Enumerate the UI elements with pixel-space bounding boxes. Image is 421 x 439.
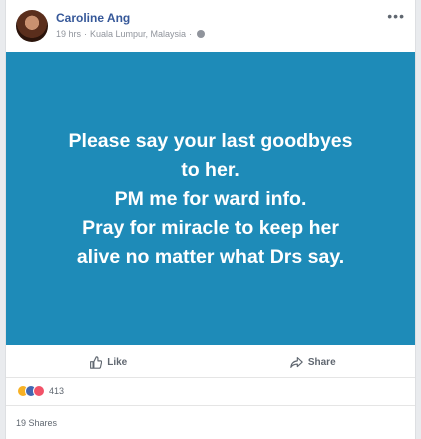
more-options-icon[interactable]: ••• — [387, 8, 405, 24]
thumbs-up-icon — [90, 355, 103, 369]
image-line: Pray for miracle to keep her — [82, 217, 339, 239]
post-location[interactable]: Kuala Lumpur, Malaysia — [90, 29, 186, 39]
post-card: Caroline Ang 19 hrs · Kuala Lumpur, Mala… — [5, 0, 416, 439]
post-meta: 19 hrs · Kuala Lumpur, Malaysia · — [56, 29, 206, 39]
love-reaction-icon — [33, 385, 45, 397]
shares-count[interactable]: 19 Shares — [16, 418, 57, 428]
reactions-summary[interactable]: 413 — [17, 385, 64, 397]
action-bar: Like Share — [6, 347, 415, 378]
image-line: Please say your last goodbyes — [68, 130, 353, 152]
share-label: Share — [307, 356, 336, 368]
author-name[interactable]: Caroline Ang — [56, 11, 130, 25]
like-button[interactable]: Like — [6, 347, 211, 377]
share-button[interactable]: Share — [211, 347, 416, 377]
meta-separator-2: · — [189, 29, 193, 39]
image-line: alive no matter what Drs say. — [76, 246, 345, 268]
post-image-text: Please say your last goodbyes to her. PM… — [31, 127, 391, 272]
share-arrow-icon — [290, 356, 303, 368]
post-time[interactable]: 19 hrs — [56, 29, 81, 39]
image-line: to her. — [181, 159, 240, 181]
post-image[interactable]: Please say your last goodbyes to her. PM… — [6, 52, 415, 345]
like-label: Like — [107, 356, 128, 368]
divider — [6, 405, 415, 406]
post-header: Caroline Ang 19 hrs · Kuala Lumpur, Mala… — [6, 0, 415, 50]
meta-separator: · — [84, 29, 88, 39]
image-line: PM me for ward info. — [114, 188, 307, 210]
globe-icon — [197, 30, 206, 38]
avatar[interactable] — [16, 10, 48, 42]
reaction-count: 413 — [49, 386, 65, 396]
